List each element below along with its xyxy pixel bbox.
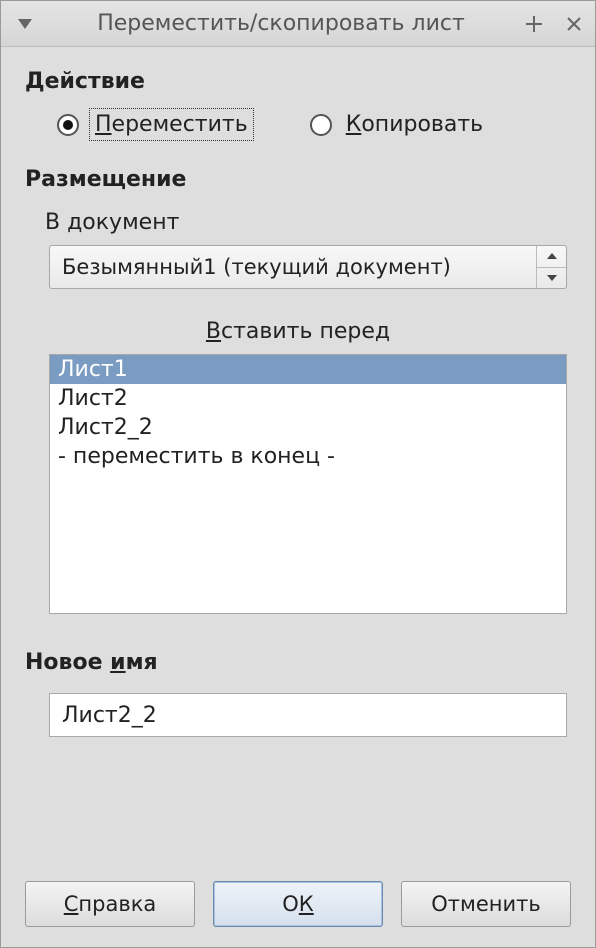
list-item[interactable]: Лист2_2 [50,413,566,442]
radio-indicator [310,114,332,136]
insert-before-label: Вставить перед [25,319,571,344]
radio-move-label: Переместить [93,112,250,137]
dialog-window: Переместить/скопировать лист Действие Пе… [0,0,596,948]
document-combo[interactable]: Безымянный1 (текущий документ) [49,245,567,289]
action-heading: Действие [25,69,571,94]
radio-move[interactable]: Переместить [57,112,250,137]
close-icon[interactable] [563,13,585,35]
sheet-listbox[interactable]: Лист1 Лист2 Лист2_2 - переместить в коне… [49,354,567,614]
radio-indicator [57,114,79,136]
placement-heading: Размещение [25,167,571,192]
ok-button[interactable]: ОК [213,881,383,927]
spinner-down-icon[interactable] [537,267,566,289]
list-item[interactable]: Лист1 [50,355,566,384]
new-name-value: Лист2_2 [62,703,157,728]
dialog-button-row: Справка ОК Отменить [1,863,595,947]
list-item[interactable]: - переместить в конец - [50,442,566,471]
maximize-icon[interactable] [523,13,545,35]
cancel-button[interactable]: Отменить [401,881,571,927]
radio-copy-label: Копировать [346,112,483,137]
list-item[interactable]: Лист2 [50,384,566,413]
titlebar: Переместить/скопировать лист [1,1,595,47]
help-button[interactable]: Справка [25,881,195,927]
document-combo-value: Безымянный1 (текущий документ) [50,246,536,288]
spinner-up-icon[interactable] [537,246,566,267]
combo-spinner [536,246,566,288]
window-title: Переместить/скопировать лист [39,11,523,36]
window-menu-icon[interactable] [14,13,36,35]
to-document-label: В документ [45,210,571,235]
new-name-input[interactable]: Лист2_2 [49,693,567,737]
radio-copy[interactable]: Копировать [310,112,483,137]
action-radio-group: Переместить Копировать [57,112,571,137]
new-name-heading: Новое имя [25,650,571,675]
